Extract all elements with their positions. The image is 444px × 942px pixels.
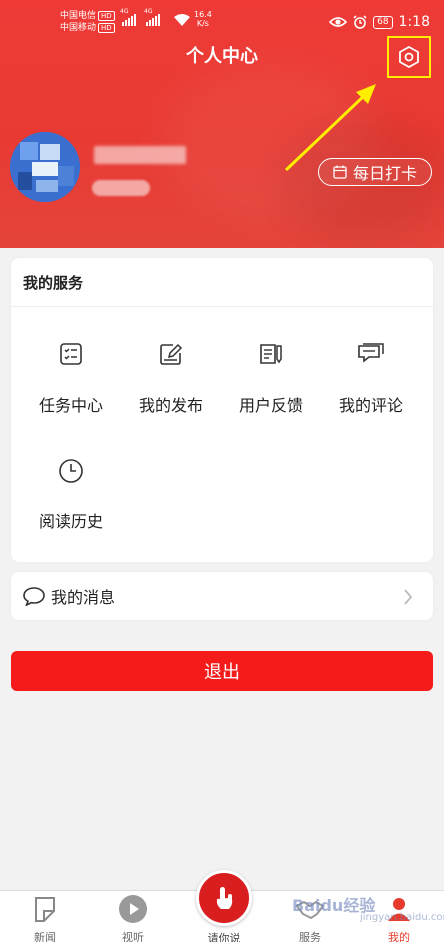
service-reading-history[interactable]: 阅读历史 <box>21 458 121 532</box>
carrier-1: 中国电信 <box>60 11 97 21</box>
service-label: 我的发布 <box>138 396 203 415</box>
hd-badge: HD <box>98 23 115 33</box>
task-checklist-icon <box>60 343 82 365</box>
page-title: 个人中心 <box>186 46 258 67</box>
news-icon <box>35 897 55 922</box>
daily-checkin-button[interactable]: 每日打卡 <box>318 158 432 186</box>
carrier-2: 中国移动 <box>60 23 97 33</box>
user-level-badge <box>92 180 150 196</box>
speed-value: 16.4 <box>194 10 212 19</box>
touch-icon <box>216 887 233 909</box>
network-type-2: 4G <box>144 8 153 15</box>
hd-badge: HD <box>98 11 115 21</box>
tab-label: 服务 <box>299 931 321 942</box>
service-label: 阅读历史 <box>38 512 103 531</box>
tab-label: 视听 <box>122 931 144 942</box>
service-my-posts[interactable]: 我的发布 <box>121 342 221 416</box>
service-user-feedback[interactable]: 用户反馈 <box>221 342 321 416</box>
profile-header: 中国电信 HD 中国移动 HD 4G 4G 16.4 K/s 68 1:18 个人中… <box>0 0 444 248</box>
logout-button[interactable]: 退出 <box>11 651 433 691</box>
eye-icon <box>329 17 348 27</box>
screen: 中国电信 HD 中国移动 HD 4G 4G 16.4 K/s 68 1:18 个人中… <box>0 0 444 942</box>
feedback-icon <box>260 344 282 364</box>
carrier-info: 中国电信 HD 中国移动 HD <box>60 10 115 34</box>
tab-news[interactable]: 新闻 <box>10 891 80 942</box>
tab-label: 新闻 <box>34 931 56 942</box>
wifi-icon <box>174 14 190 26</box>
edit-icon <box>160 343 183 365</box>
my-services-card: 我的服务 任务中心 我的发布 用户反馈 我的评论 阅读历史 <box>11 258 433 562</box>
settings-button[interactable] <box>387 36 431 78</box>
chat-bubble-icon <box>23 587 45 606</box>
service-task-center[interactable]: 任务中心 <box>21 342 121 416</box>
messages-label: 我的消息 <box>51 588 116 607</box>
speak-button[interactable] <box>196 870 252 926</box>
services-title: 我的服务 <box>11 258 433 307</box>
service-my-comments[interactable]: 我的评论 <box>321 342 421 416</box>
service-label: 任务中心 <box>38 396 103 415</box>
clock-time: 1:18 <box>398 14 430 30</box>
checkin-label: 每日打卡 <box>352 164 417 183</box>
comment-icon <box>358 343 384 363</box>
speed-unit: K/s <box>196 19 209 28</box>
settings-hexagon-icon <box>399 46 419 68</box>
tab-media[interactable]: 视听 <box>98 891 168 942</box>
chevron-right-icon <box>404 589 413 605</box>
username <box>94 146 186 164</box>
clock-icon <box>59 459 83 483</box>
status-bar: 中国电信 HD 中国移动 HD 4G 4G 16.4 K/s 68 1:18 <box>0 6 444 40</box>
battery-indicator: 68 <box>373 15 393 29</box>
network-type-1: 4G <box>120 8 129 15</box>
signal-icon: 4G 4G <box>120 8 160 26</box>
service-label: 我的评论 <box>338 396 403 415</box>
speak-label: 请你说 <box>207 932 241 942</box>
calendar-icon <box>333 165 347 179</box>
avatar[interactable] <box>10 132 80 202</box>
watermark-url: jingyan.baidu.com <box>360 912 444 923</box>
service-label: 用户反馈 <box>238 396 303 415</box>
tab-label: 我的 <box>388 931 410 942</box>
alarm-icon <box>353 15 367 29</box>
network-speed: 16.4 K/s <box>194 10 212 28</box>
my-messages-row[interactable]: 我的消息 <box>11 572 433 620</box>
play-icon <box>119 895 147 923</box>
